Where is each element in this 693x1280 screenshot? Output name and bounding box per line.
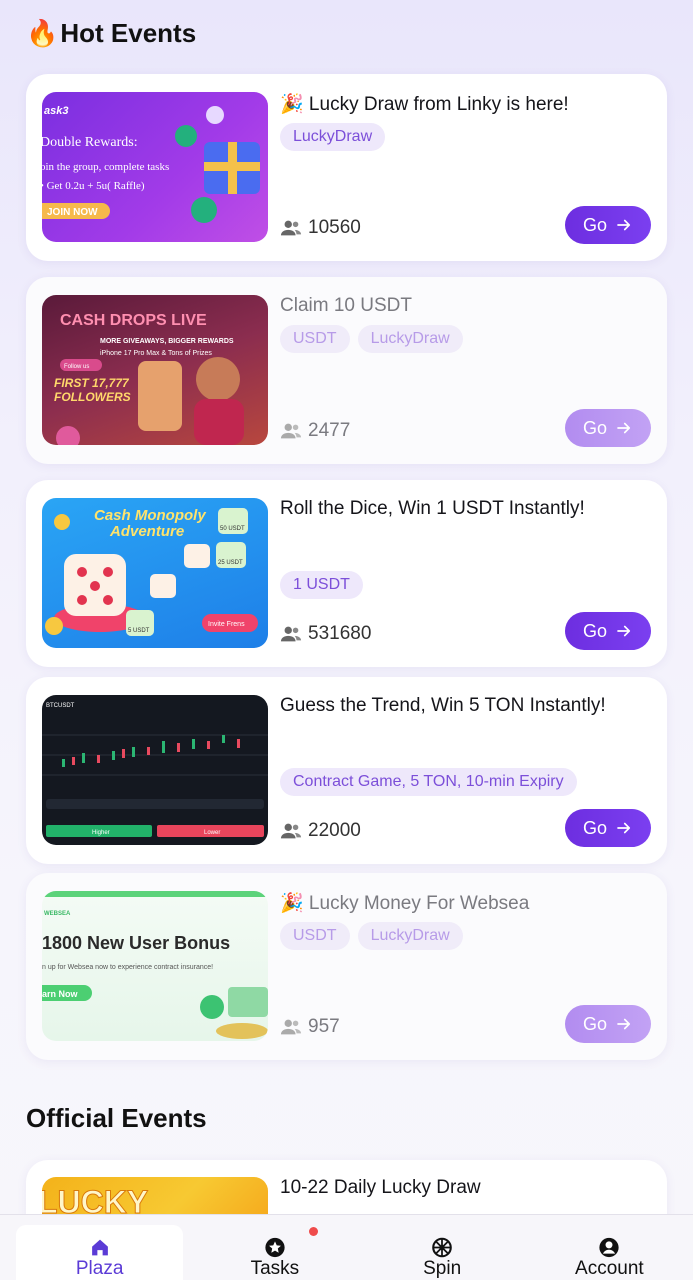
home-icon bbox=[91, 1239, 108, 1256]
users-icon bbox=[280, 220, 302, 236]
event-tag: LuckyDraw bbox=[357, 325, 463, 353]
participant-count: 2477 bbox=[280, 420, 350, 442]
svg-text:iPhone 17 Pro Max & Tons of Pr: iPhone 17 Pro Max & Tons of Prizes bbox=[100, 350, 212, 357]
svg-text:25 USDT: 25 USDT bbox=[218, 560, 243, 566]
svg-text:BTCUSDT: BTCUSDT bbox=[46, 703, 75, 709]
nav-tasks[interactable]: Tasks bbox=[191, 1215, 358, 1280]
event-thumbnail: CASH DROPS LIVE MORE GIVEAWAYS, BIGGER R… bbox=[42, 295, 268, 445]
svg-text:FOLLOWERS: FOLLOWERS bbox=[54, 390, 131, 404]
event-title: 10-22 Daily Lucky Draw bbox=[280, 1177, 481, 1198]
participant-count: 531680 bbox=[280, 623, 371, 645]
nav-account[interactable]: Account bbox=[526, 1215, 693, 1280]
event-tags: LuckyDraw bbox=[280, 123, 386, 151]
svg-text:WEBSEA: WEBSEA bbox=[44, 911, 71, 917]
event-thumbnail: ask3 Double Rewards: oin the group, comp… bbox=[42, 92, 268, 242]
event-tag: Contract Game, 5 TON, 10-min Expiry bbox=[280, 768, 577, 796]
users-icon bbox=[280, 423, 302, 439]
event-tag: 1 USDT bbox=[280, 571, 363, 599]
event-card[interactable]: Cash Monopoly Adventure 50 USDT 25 USDT … bbox=[26, 480, 667, 667]
arrow-right-icon bbox=[617, 822, 631, 834]
svg-text:Double Rewards:: Double Rewards: bbox=[42, 135, 138, 150]
svg-text:Cash Monopoly: Cash Monopoly bbox=[94, 507, 206, 524]
account-icon bbox=[599, 1237, 619, 1258]
event-tags: USDT LuckyDraw bbox=[280, 922, 463, 950]
arrow-right-icon bbox=[617, 625, 631, 637]
nav-plaza[interactable]: Plaza bbox=[16, 1225, 184, 1280]
event-tag: LuckyDraw bbox=[357, 922, 463, 950]
users-icon bbox=[280, 823, 302, 839]
event-card[interactable]: CASH DROPS LIVE MORE GIVEAWAYS, BIGGER R… bbox=[26, 277, 667, 464]
event-tag: LuckyDraw bbox=[280, 123, 386, 151]
event-card[interactable]: ask3 Double Rewards: oin the group, comp… bbox=[26, 74, 667, 261]
hot-events-title: 🔥 Hot Events bbox=[26, 18, 197, 48]
svg-text:Adventure: Adventure bbox=[109, 523, 184, 540]
wheel-icon bbox=[432, 1237, 452, 1258]
event-card[interactable]: BTCUSDT Higher Lower Guess the Trend, Wi… bbox=[26, 677, 667, 864]
event-tags: USDT LuckyDraw bbox=[280, 325, 463, 353]
go-button[interactable]: Go bbox=[565, 409, 651, 447]
svg-text:oin the group, complete tasks: oin the group, complete tasks bbox=[42, 161, 169, 173]
arrow-right-icon bbox=[617, 219, 631, 231]
go-button[interactable]: Go bbox=[565, 612, 651, 650]
event-tags: Contract Game, 5 TON, 10-min Expiry bbox=[280, 768, 577, 796]
event-title: Roll the Dice, Win 1 USDT Instantly! bbox=[280, 498, 585, 519]
svg-text:Invite Frens: Invite Frens bbox=[208, 621, 245, 628]
participant-count: 10560 bbox=[280, 217, 361, 239]
notification-dot bbox=[309, 1227, 319, 1236]
participant-count: 957 bbox=[280, 1016, 340, 1038]
event-thumbnail: WEBSEA 1800 New User Bonus n up for Webs… bbox=[42, 891, 268, 1041]
svg-text:• Get 0.2u + 5u( Raffle): • Get 0.2u + 5u( Raffle) bbox=[42, 180, 145, 192]
go-button[interactable]: Go bbox=[565, 809, 651, 847]
official-events-title: Official Events bbox=[26, 1103, 207, 1133]
event-title: Claim 10 USDT bbox=[280, 295, 412, 316]
svg-text:50 USDT: 50 USDT bbox=[220, 526, 245, 532]
participant-count: 22000 bbox=[280, 820, 361, 842]
svg-text:Lower: Lower bbox=[204, 830, 220, 836]
go-button[interactable]: Go bbox=[565, 206, 651, 244]
svg-text:arn Now: arn Now bbox=[42, 989, 79, 999]
svg-text:MORE GIVEAWAYS, BIGGER REWARDS: MORE GIVEAWAYS, BIGGER REWARDS bbox=[100, 338, 234, 345]
event-tags: 1 USDT bbox=[280, 571, 363, 599]
event-thumbnail: Cash Monopoly Adventure 50 USDT 25 USDT … bbox=[42, 498, 268, 648]
svg-text:5 USDT: 5 USDT bbox=[128, 628, 150, 634]
arrow-right-icon bbox=[617, 1018, 631, 1030]
event-title: 🎉 Lucky Money For Websea bbox=[280, 893, 530, 914]
svg-text:FIRST 17,777: FIRST 17,777 bbox=[54, 376, 130, 390]
star-icon bbox=[265, 1237, 285, 1258]
svg-text:1800 New User Bonus: 1800 New User Bonus bbox=[42, 933, 230, 953]
nav-spin[interactable]: Spin bbox=[359, 1215, 526, 1280]
svg-text:JOIN NOW: JOIN NOW bbox=[47, 207, 98, 218]
arrow-right-icon bbox=[617, 422, 631, 434]
event-title: 🎉 Lucky Draw from Linky is here! bbox=[280, 94, 569, 115]
go-button[interactable]: Go bbox=[565, 1005, 651, 1043]
svg-text:n up for Websea now to experie: n up for Websea now to experience contra… bbox=[42, 964, 213, 971]
event-tag: USDT bbox=[280, 325, 350, 353]
users-icon bbox=[280, 1019, 302, 1035]
event-thumbnail: BTCUSDT Higher Lower bbox=[42, 695, 268, 845]
bottom-nav: Plaza Tasks Spin Account bbox=[0, 1214, 693, 1280]
event-tag: USDT bbox=[280, 922, 350, 950]
svg-text:CASH DROPS LIVE: CASH DROPS LIVE bbox=[60, 312, 207, 329]
svg-text:Follow us: Follow us bbox=[64, 364, 89, 370]
event-title: Guess the Trend, Win 5 TON Instantly! bbox=[280, 695, 606, 716]
svg-text:Higher: Higher bbox=[92, 830, 110, 836]
event-card[interactable]: WEBSEA 1800 New User Bonus n up for Webs… bbox=[26, 873, 667, 1060]
users-icon bbox=[280, 626, 302, 642]
fire-icon: 🔥 bbox=[26, 18, 59, 48]
svg-text:ask3: ask3 bbox=[44, 105, 68, 117]
